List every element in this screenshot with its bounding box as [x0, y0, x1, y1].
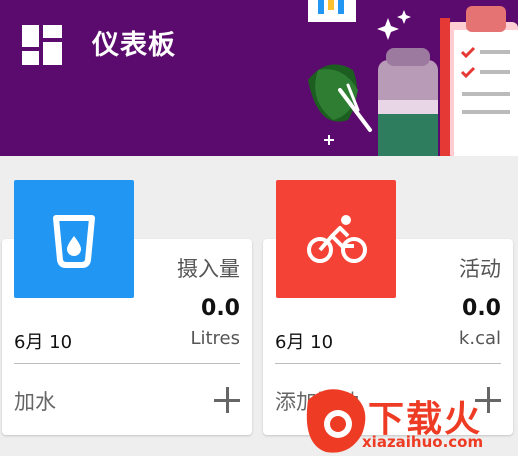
card-title: 摄入量 — [177, 257, 240, 281]
watermark-url: xiazaihuo.com — [362, 433, 484, 451]
activity-tile[interactable] — [276, 180, 396, 298]
card-value: 0.0 — [201, 296, 240, 321]
bicycle-icon — [307, 215, 367, 263]
water-glass-icon — [53, 215, 95, 268]
app-header: 仪表板 — [0, 0, 518, 156]
page-title: 仪表板 — [92, 30, 176, 61]
add-water-label[interactable]: 加水 — [14, 386, 56, 416]
add-water-plus-icon[interactable] — [214, 387, 240, 413]
header-illustration — [308, 0, 518, 156]
card-value: 0.0 — [462, 296, 501, 321]
card-title: 活动 — [459, 257, 501, 281]
card-unit: Litres — [190, 328, 240, 349]
card-date: 6月 10 — [275, 332, 334, 353]
water-tile[interactable] — [14, 180, 134, 298]
card-date: 6月 10 — [14, 332, 73, 353]
dashboard-icon[interactable] — [22, 25, 62, 65]
divider — [14, 363, 240, 364]
card-unit: k.cal — [458, 328, 501, 349]
divider — [275, 363, 501, 364]
